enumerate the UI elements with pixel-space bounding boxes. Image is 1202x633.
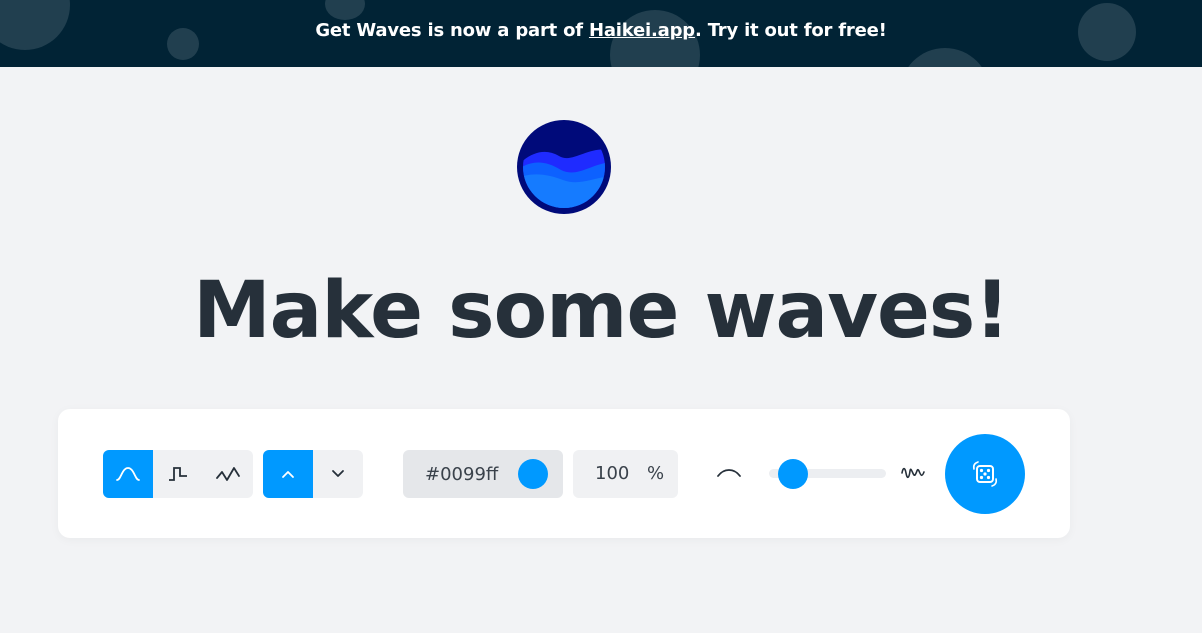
complexity-slider-thumb[interactable] bbox=[777, 459, 808, 489]
wave-toolbar: #0099ff 100 % bbox=[58, 409, 1070, 538]
wave-type-step-button[interactable] bbox=[153, 450, 203, 498]
announcement-banner: Get Waves is now a part of Haikei.app. T… bbox=[0, 0, 1202, 67]
page-title: Make some waves! bbox=[193, 266, 1010, 356]
color-hex-value: #0099ff bbox=[425, 463, 499, 485]
wave-type-peak-button[interactable] bbox=[203, 450, 253, 498]
step-wave-icon bbox=[169, 467, 187, 481]
smooth-wave-icon bbox=[116, 467, 140, 481]
banner-text-after: . Try it out for free! bbox=[694, 20, 887, 41]
banner-message: Get Waves is now a part of Haikei.app. T… bbox=[0, 20, 1202, 41]
chevron-up-icon bbox=[282, 471, 294, 478]
wave-type-selector bbox=[103, 450, 253, 498]
wave-type-smooth-button[interactable] bbox=[103, 450, 153, 498]
opacity-value: 100 bbox=[595, 463, 630, 484]
opacity-unit: % bbox=[647, 463, 665, 484]
waves-logo bbox=[517, 120, 611, 214]
direction-up-button[interactable] bbox=[263, 450, 313, 498]
haikei-link[interactable]: Haikei.app bbox=[589, 20, 695, 41]
color-swatch[interactable] bbox=[518, 459, 548, 489]
opacity-input[interactable]: 100 % bbox=[573, 450, 678, 498]
peak-wave-icon bbox=[216, 467, 240, 481]
low-complexity-icon bbox=[717, 469, 741, 477]
direction-down-button[interactable] bbox=[313, 450, 363, 498]
chevron-down-icon bbox=[332, 470, 344, 477]
high-complexity-icon bbox=[901, 467, 925, 479]
complexity-slider[interactable] bbox=[769, 459, 886, 489]
banner-text-before: Get Waves is now a part of bbox=[315, 20, 589, 41]
dice-icon bbox=[972, 461, 998, 487]
wave-direction-selector bbox=[263, 450, 363, 498]
color-picker[interactable]: #0099ff bbox=[403, 450, 563, 498]
banner-bubble bbox=[900, 48, 990, 67]
randomize-button[interactable] bbox=[945, 434, 1025, 514]
banner-bubble bbox=[325, 0, 365, 20]
